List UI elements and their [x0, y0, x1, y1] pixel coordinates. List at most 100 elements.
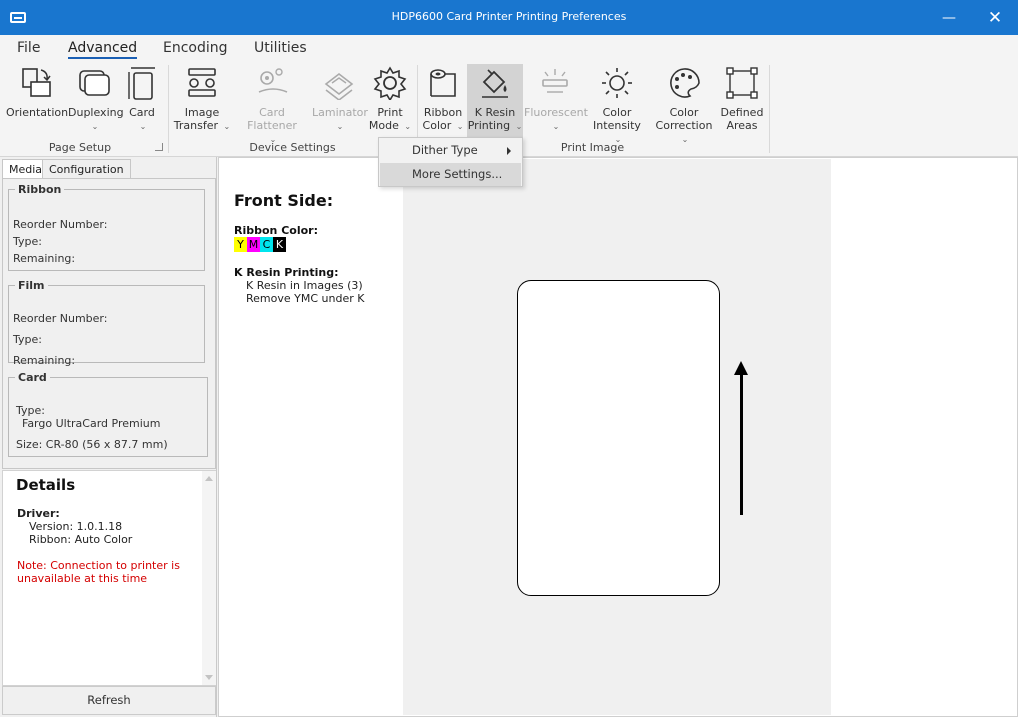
group-separator [769, 65, 770, 153]
film-reorder-label: Reorder Number: [13, 312, 108, 325]
film-groupbox: Film Reorder Number: Type: Remaining: [8, 279, 205, 367]
defined-areas-button[interactable]: Defined Areas [718, 66, 766, 132]
chevron-down-icon: ⌄ [552, 122, 560, 131]
connection-note-line1: Note: Connection to printer is [17, 559, 180, 572]
duplexing-button[interactable]: Duplexing ⌄ [68, 66, 124, 133]
ribbon-color-label-2: Color [422, 119, 452, 132]
image-transfer-label-2: Transfer [173, 119, 219, 132]
details-panel: Details Driver: Version: 1.0.1.18 Ribbon… [2, 470, 216, 686]
chevron-down-icon: ⌄ [515, 122, 523, 131]
card-type-label: Type: [16, 404, 45, 417]
menu-item-more-settings[interactable]: More Settings... [380, 163, 521, 186]
defined-areas-label-1: Defined [720, 106, 764, 119]
k-resin-heading: K Resin Printing: [234, 266, 339, 279]
ribbon-roll-icon [430, 69, 456, 97]
tab-encoding[interactable]: Encoding [163, 40, 228, 56]
defined-areas-icon [726, 67, 758, 99]
driver-label: Driver: [17, 507, 60, 520]
palette-icon [670, 68, 700, 98]
minimize-button[interactable]: — [926, 0, 972, 35]
scroll-down-icon[interactable] [205, 675, 213, 680]
ribbon-remaining-label: Remaining: [13, 252, 76, 265]
group-print-image: Print Image [560, 141, 625, 154]
swatch-k: K [273, 237, 286, 252]
ribbon-color-button[interactable]: Ribbon Color ⌄ [420, 66, 466, 133]
k-resin-label-1: K Resin [474, 106, 516, 119]
group-separator [168, 65, 169, 153]
ribbon-type-label: Type: [13, 235, 42, 248]
duplexing-icon [79, 70, 110, 96]
ribbon-color-swatches: Y M C K [234, 237, 286, 252]
dither-type-label: Dither Type [412, 143, 478, 157]
fluorescent-lamp-icon [542, 69, 568, 93]
duplexing-label: Duplexing [68, 106, 124, 119]
chevron-down-icon: ⌄ [456, 122, 464, 131]
card-size-icon [128, 67, 155, 100]
tab-utilities[interactable]: Utilities [254, 40, 307, 56]
fluorescent-label: Fluorescent [524, 106, 588, 119]
film-remaining-label: Remaining: [13, 354, 76, 367]
left-panel: Media Configuration Ribbon Reorder Numbe… [0, 157, 217, 717]
print-mode-label-2: Mode [368, 119, 399, 132]
color-intensity-button[interactable]: Color Intensity ⌄ [588, 66, 646, 146]
tab-file[interactable]: File [17, 40, 40, 56]
tab-advanced[interactable]: Advanced [68, 40, 138, 59]
chevron-down-icon: ⌄ [336, 122, 344, 131]
swatch-y: Y [234, 237, 247, 252]
color-correction-label-1: Color [669, 106, 699, 119]
menu-item-dither-type[interactable]: Dither Type [380, 139, 521, 162]
chevron-down-icon: ⌄ [139, 122, 147, 131]
image-transfer-icon [188, 68, 216, 97]
dialog-launcher-icon[interactable] [155, 143, 163, 151]
card-preview-pane: Front Side: Ribbon Color: Y M C K K Resi… [218, 157, 1018, 717]
orientation-button[interactable]: Orientation [6, 66, 68, 119]
close-button[interactable]: ✕ [972, 0, 1018, 35]
media-tab-panel: Ribbon Reorder Number: Type: Remaining: … [2, 178, 216, 469]
ribbon-groupbox-title: Ribbon [18, 183, 62, 196]
scroll-up-icon[interactable] [205, 476, 213, 481]
front-side-title: Front Side: [234, 191, 334, 210]
ribbon-groupbox: Ribbon Reorder Number: Type: Remaining: [8, 183, 205, 271]
card-flattener-label: Card Flattener [247, 106, 297, 132]
swatch-c: C [260, 237, 273, 252]
gear-icon [373, 66, 407, 100]
chevron-down-icon: ⌄ [681, 135, 689, 144]
card-button[interactable]: Card ⌄ [126, 66, 158, 133]
ribbon-color-heading: Ribbon Color: [234, 224, 318, 237]
title-bar: HDP6600 Card Printer Printing Preference… [0, 0, 1018, 35]
card-flattener-button[interactable]: Card Flattener ⌄ [236, 66, 308, 146]
paint-bucket-icon [482, 69, 508, 98]
group-page-setup: Page Setup [48, 141, 112, 154]
refresh-button[interactable]: Refresh [2, 686, 216, 715]
tab-configuration[interactable]: Configuration [42, 159, 131, 179]
defined-areas-label-2: Areas [726, 119, 758, 132]
card-flattener-icon [258, 68, 288, 93]
orientation-icon [22, 68, 51, 97]
window-title: HDP6600 Card Printer Printing Preference… [391, 10, 627, 23]
image-transfer-label-1: Image [184, 106, 220, 119]
fluorescent-button[interactable]: Fluorescent ⌄ [524, 66, 588, 133]
chevron-down-icon: ⌄ [404, 122, 412, 131]
feed-direction-arrow-shaft [740, 373, 743, 515]
print-mode-label-1: Print [377, 106, 403, 119]
film-groupbox-title: Film [18, 279, 45, 292]
print-mode-button[interactable]: Print Mode ⌄ [368, 66, 412, 133]
film-type-label: Type: [13, 333, 42, 346]
image-transfer-button[interactable]: Image Transfer ⌄ [172, 66, 232, 133]
connection-note-line2: unavailable at this time [17, 572, 148, 585]
laminator-button[interactable]: Laminator ⌄ [312, 66, 368, 133]
group-device-settings: Device Settings [249, 141, 336, 154]
card-outline [517, 280, 720, 596]
details-scrollbar[interactable] [202, 471, 216, 685]
k-resin-detail-1: K Resin in Images (3) [246, 279, 363, 292]
driver-version: Version: 1.0.1.18 [29, 520, 123, 533]
chevron-down-icon: ⌄ [223, 122, 231, 131]
chevron-down-icon: ⌄ [91, 122, 99, 131]
color-correction-button[interactable]: Color Correction ⌄ [650, 66, 718, 146]
driver-ribbon: Ribbon: Auto Color [29, 533, 133, 546]
k-resin-detail-2: Remove YMC under K [246, 292, 365, 305]
k-resin-printing-button[interactable]: K Resin Printing ⌄ [467, 64, 523, 137]
card-label: Card [129, 106, 155, 119]
card-size-label: Size: CR-80 (56 x 87.7 mm) [16, 438, 168, 451]
ribbon-color-label-1: Ribbon [423, 106, 463, 119]
